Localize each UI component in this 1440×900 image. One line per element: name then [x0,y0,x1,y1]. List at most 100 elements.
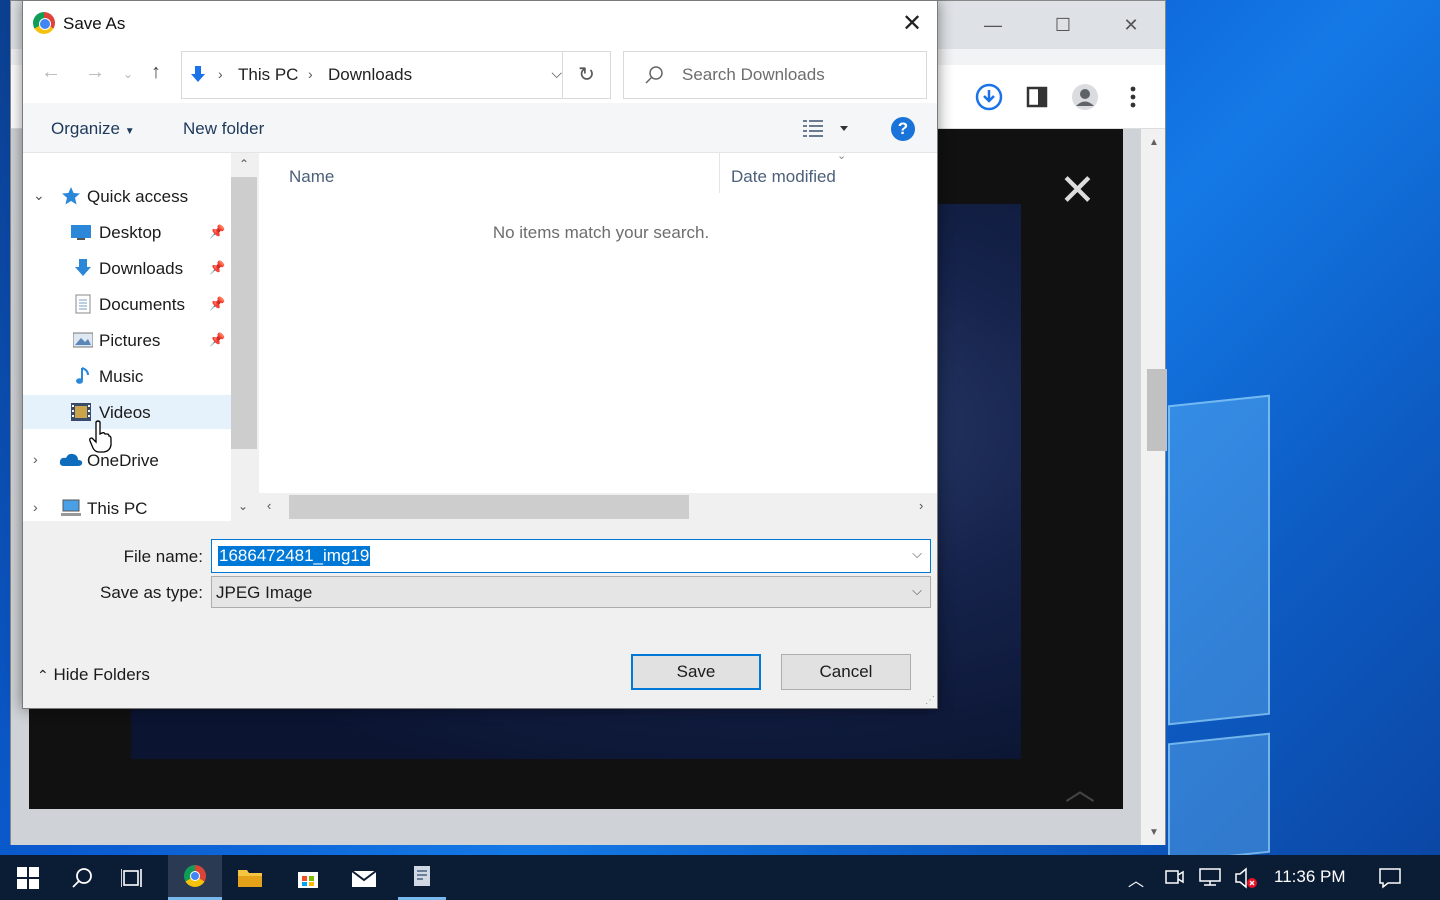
profile-icon[interactable] [1067,79,1103,115]
pin-icon[interactable]: 📌 [209,224,225,240]
taskbar-store[interactable] [284,855,332,900]
organize-button[interactable]: Organize ▼ [51,119,135,139]
scroll-right-icon[interactable]: › [919,498,923,513]
search-icon [72,867,92,888]
pin-icon[interactable]: 📌 [209,296,225,312]
tree-item-pictures[interactable]: Pictures 📌 [23,323,231,357]
tree-item-videos[interactable]: Videos [23,395,231,429]
chevron-right-icon[interactable]: › [33,499,38,515]
tree-item-downloads[interactable]: Downloads 📌 [23,251,231,285]
resize-grip-icon[interactable]: ⋰ [925,695,935,706]
taskbar-app[interactable] [398,855,446,900]
new-folder-button[interactable]: New folder [183,119,264,139]
search-input[interactable] [682,52,922,98]
taskbar-file-explorer[interactable] [226,855,274,900]
save-as-type-select[interactable]: JPEG Image ⌵ [211,576,931,608]
meet-now-icon[interactable] [1164,867,1184,887]
file-name-field[interactable]: 1686472481_img19 ⌵ [211,539,931,573]
help-icon[interactable]: ? [891,117,915,141]
chevron-down-icon[interactable]: ⌵ [912,583,922,599]
side-panel-icon[interactable] [1019,79,1055,115]
file-name-value[interactable]: 1686472481_img19 [218,546,371,566]
chevron-up-icon[interactable]: ︿ [1065,765,1095,809]
folder-tree-scrollbar[interactable]: ⌃ ⌄ [231,153,259,521]
hide-folders-button[interactable]: ⌃ Hide Folders [37,665,150,685]
chevron-down-icon[interactable]: ⌄ [33,187,45,204]
cancel-button[interactable]: Cancel [781,654,911,690]
chevron-down-icon[interactable]: ⌵ [551,65,562,82]
maximize-button[interactable]: ☐ [1043,11,1083,39]
notifications-icon[interactable] [1378,867,1402,889]
breadcrumb-separator-icon: › [218,66,223,82]
column-header-date-modified[interactable]: Date modified [731,167,836,187]
minimize-button[interactable]: — [973,11,1013,39]
scroll-left-icon[interactable]: ‹ [267,498,271,513]
computer-icon [61,499,81,516]
scroll-up-icon[interactable]: ⌃ [239,157,249,171]
chevron-down-icon[interactable]: ⌄ [123,67,133,81]
pin-icon[interactable]: 📌 [209,332,225,348]
browser-close-button[interactable]: ✕ [1111,11,1151,39]
chrome-icon [33,12,55,34]
taskbar-chrome[interactable] [168,855,222,900]
mail-icon [351,869,377,887]
chevron-right-icon[interactable]: › [33,451,38,467]
music-icon [76,367,89,384]
scroll-up-icon[interactable]: ▲ [1149,137,1159,148]
arrow-right-icon[interactable]: → [85,61,105,84]
scrollbar-thumb[interactable] [1147,369,1167,451]
videos-icon [71,403,91,421]
search-box[interactable] [623,51,927,99]
chevron-up-icon[interactable]: ︿ [1128,867,1144,891]
chevron-down-icon[interactable]: ⌵ [912,546,922,562]
navigation-row: ← → ⌄ ↑ › This PC › Downloads ⌵ ↻ [23,47,937,103]
save-button[interactable]: Save [631,654,761,690]
chrome-icon [184,865,206,887]
save-as-dialog: Save As ✕ ← → ⌄ ↑ › This PC › Downloads … [22,0,938,709]
breadcrumb-downloads[interactable]: Downloads [328,65,412,85]
search-button[interactable] [58,855,106,900]
menu-icon[interactable] [1115,79,1151,115]
clock[interactable]: 11:36 PM [1274,867,1346,887]
viewer-close-icon[interactable]: ✕ [1059,169,1096,213]
folder-icon [238,869,262,887]
browser-scrollbar[interactable]: ▲ ▼ [1141,129,1167,845]
tree-item-documents[interactable]: Documents 📌 [23,287,231,321]
address-bar[interactable]: › This PC › Downloads ⌵ ↻ [181,51,611,99]
refresh-icon[interactable]: ↻ [562,52,610,98]
scroll-down-icon[interactable]: ⌄ [238,499,248,513]
scroll-down-icon[interactable]: ▼ [1149,827,1159,838]
arrow-left-icon[interactable]: ← [41,61,61,84]
network-icon[interactable] [1198,867,1222,887]
hand-cursor-icon [89,420,112,453]
taskbar-mail[interactable] [340,855,388,900]
downloads-icon[interactable] [971,79,1007,115]
search-icon [645,66,663,84]
windows-icon [17,866,39,889]
tree-item-quick-access[interactable]: ⌄ Quick access [23,179,231,213]
arrow-up-icon[interactable]: ↑ [151,61,161,84]
dialog-close-button[interactable]: ✕ [897,9,927,39]
tree-label-onedrive: OneDrive [87,451,159,470]
pin-icon[interactable]: 📌 [209,260,225,276]
column-divider[interactable] [719,153,720,193]
breadcrumb-this-pc[interactable]: This PC [238,65,298,85]
task-view-button[interactable] [110,855,158,900]
volume-muted-icon[interactable] [1234,867,1260,889]
file-list-scrollbar[interactable]: ‹ › [259,493,937,521]
tree-item-onedrive[interactable]: › OneDrive [23,443,231,477]
organize-label: Organize [51,119,120,138]
dialog-titlebar: Save As ✕ [23,1,937,47]
column-header-name[interactable]: Name [289,167,334,187]
tree-item-this-pc[interactable]: › This PC [23,491,231,521]
scrollbar-thumb[interactable] [231,177,257,449]
scrollbar-thumb[interactable] [289,495,689,519]
documents-icon [75,294,91,314]
tree-label-pictures: Pictures [99,331,161,350]
tree-item-music[interactable]: Music [23,359,231,393]
tree-item-desktop[interactable]: Desktop 📌 [23,215,231,249]
onedrive-icon [59,453,83,466]
start-button[interactable] [4,855,52,900]
tree-label-desktop: Desktop [99,223,162,242]
view-options-icon[interactable] [803,117,849,143]
